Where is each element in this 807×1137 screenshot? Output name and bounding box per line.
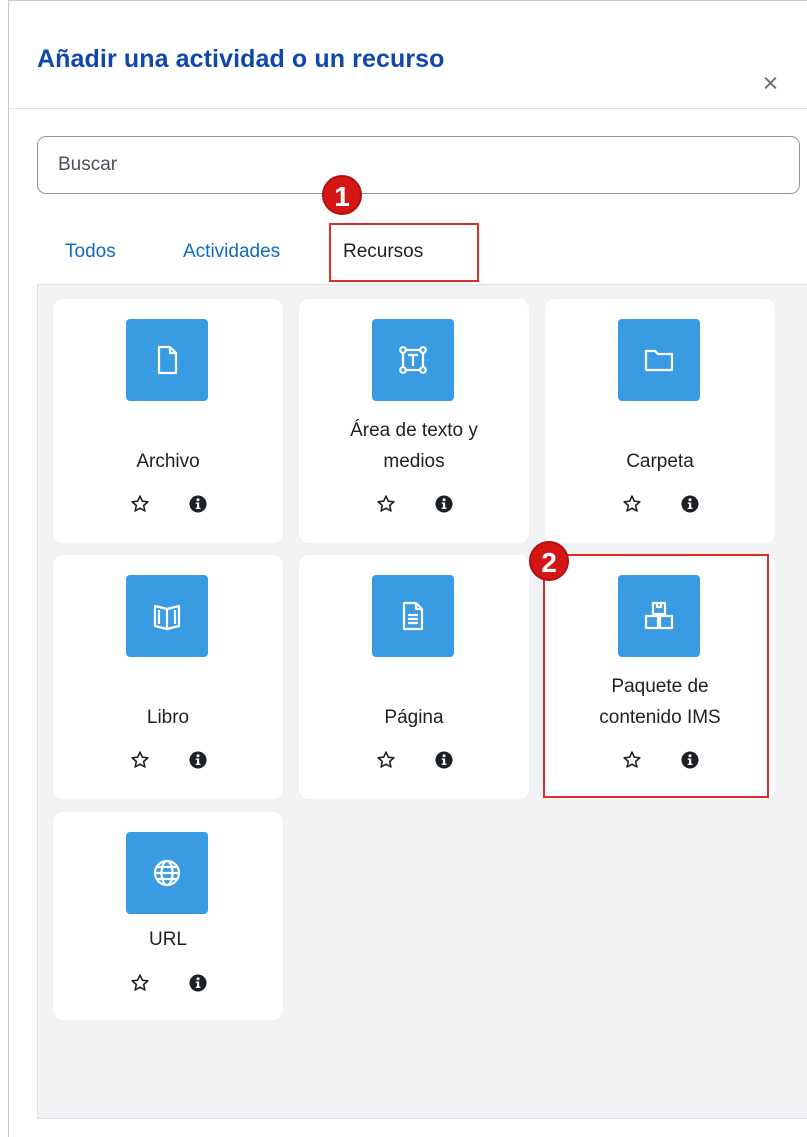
tab-todos[interactable]: Todos [65,241,116,263]
card-label: URL [148,929,187,950]
info-icon[interactable] [189,751,207,769]
dialog-title: Añadir una actividad o un recurso [37,45,445,73]
info-icon[interactable] [189,974,207,992]
card-pagina[interactable]: Página [299,555,529,799]
callout-box-recursos [329,223,479,282]
card-label: Página [384,707,444,728]
card-label: Archivo [136,451,200,472]
card-label: Libro [146,707,190,728]
star-icon[interactable] [130,494,150,514]
callout-box-ims [543,554,769,798]
info-icon[interactable] [435,751,453,769]
star-icon[interactable] [376,494,396,514]
star-icon[interactable] [376,750,396,770]
globe-icon [126,832,208,914]
folder-icon [618,319,700,401]
info-icon[interactable] [681,495,699,513]
star-icon[interactable] [130,750,150,770]
page-icon [372,575,454,657]
callout-badge-1: 1 [322,175,362,215]
card-archivo[interactable]: Archivo [53,299,283,543]
card-label-line2: medios [383,451,445,472]
add-activity-dialog: Añadir una actividad o un recurso Todos … [8,0,807,1137]
card-label: Carpeta [626,451,694,472]
dialog-header: Añadir una actividad o un recurso [9,1,807,109]
info-icon[interactable] [435,495,453,513]
info-icon[interactable] [189,495,207,513]
book-icon [126,575,208,657]
file-icon [126,319,208,401]
card-carpeta[interactable]: Carpeta [545,299,775,543]
card-area-texto[interactable]: Área de texto y medios [299,299,529,543]
close-icon[interactable] [761,73,781,93]
card-label-line1: Área de texto y [350,420,478,441]
text-area-icon [372,319,454,401]
star-icon[interactable] [130,973,150,993]
search-input[interactable] [37,136,800,194]
tab-actividades[interactable]: Actividades [183,241,280,263]
callout-badge-2: 2 [529,541,569,581]
card-url[interactable]: URL [53,812,283,1020]
star-icon[interactable] [622,494,642,514]
card-libro[interactable]: Libro [53,555,283,799]
